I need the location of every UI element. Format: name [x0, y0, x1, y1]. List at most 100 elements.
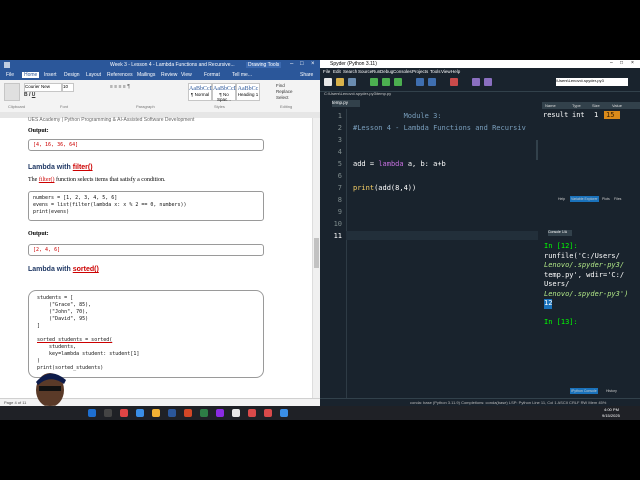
- tell-me-search[interactable]: Tell me...: [232, 72, 252, 78]
- document-page[interactable]: UES Academy | Python Programming & AI-As…: [0, 117, 312, 398]
- menu-view[interactable]: View: [441, 69, 451, 74]
- variable-explorer[interactable]: Name Type Size Value result int 1 15 Hel…: [542, 100, 640, 220]
- line-number: 8: [337, 196, 342, 204]
- font-size-select[interactable]: 10: [62, 83, 74, 92]
- close-icon[interactable]: ×: [631, 60, 634, 66]
- settings-icon[interactable]: [472, 78, 480, 86]
- menu-source[interactable]: Source: [358, 69, 372, 74]
- console-line: Lenovo/.spyder-py3'): [544, 289, 629, 298]
- tab-mailings[interactable]: Mailings: [137, 72, 155, 78]
- tab-help[interactable]: Help: [558, 197, 565, 201]
- tab-layout[interactable]: Layout: [86, 72, 101, 78]
- console-prompt: In [13]:: [544, 317, 578, 326]
- ipython-console[interactable]: Console 1/A In [12]: runfile('C:/Users/ …: [542, 230, 640, 398]
- tab-view[interactable]: View: [181, 72, 192, 78]
- search-icon[interactable]: [104, 409, 112, 417]
- scroll-thumb[interactable]: [314, 238, 319, 268]
- save-icon[interactable]: [348, 78, 356, 86]
- table-row[interactable]: result int 1 15: [542, 111, 640, 120]
- tab-console-1[interactable]: Console 1/A: [548, 230, 572, 236]
- file-path: C:\Users\Lenovo\.spyder-py3\temp.py: [324, 91, 392, 96]
- menu-projects[interactable]: Projects: [412, 69, 428, 74]
- menu-edit[interactable]: Edit: [333, 69, 341, 74]
- code-line-2: #Lesson 4 - Lambda Functions and Recursi…: [353, 124, 526, 132]
- tab-ipython-console[interactable]: IPython Console: [570, 388, 598, 394]
- tab-temp-py[interactable]: temp.py: [332, 100, 360, 107]
- run-cell-icon[interactable]: [382, 78, 390, 86]
- tab-file[interactable]: File: [6, 72, 14, 78]
- group-label-paragraph: Paragraph: [136, 104, 155, 109]
- var-name: result: [543, 111, 569, 119]
- minimize-icon[interactable]: –: [290, 61, 293, 67]
- paragraph-controls[interactable]: ≡ ≡ ≡ ≡ ¶: [110, 84, 170, 98]
- new-file-icon[interactable]: [324, 78, 332, 86]
- run-icon[interactable]: [370, 78, 378, 86]
- step-icon[interactable]: [428, 78, 436, 86]
- bold-button[interactable]: B I U: [24, 92, 35, 98]
- tab-plots[interactable]: Plots: [602, 197, 610, 201]
- run-cell-advance-icon[interactable]: [394, 78, 402, 86]
- col-type[interactable]: Type: [572, 103, 581, 108]
- tab-format[interactable]: Format: [204, 72, 220, 78]
- close-icon[interactable]: ×: [311, 61, 315, 67]
- file-explorer-icon[interactable]: [152, 409, 160, 417]
- app-icon[interactable]: [280, 409, 288, 417]
- style-no-spacing[interactable]: AaBbCcD ¶ No Spac...: [212, 83, 238, 102]
- share-button[interactable]: Share: [300, 72, 313, 78]
- style-normal[interactable]: AaBbCcD ¶ Normal: [188, 83, 214, 101]
- style-heading-1[interactable]: AaBbCc Heading 1: [236, 83, 260, 101]
- tab-review[interactable]: Review: [161, 72, 177, 78]
- app-icon[interactable]: [248, 409, 256, 417]
- tab-variable-explorer[interactable]: Variable Explorer: [570, 196, 599, 202]
- python-path-icon[interactable]: [484, 78, 492, 86]
- console-line: temp.py', wdir='C:/: [544, 270, 625, 279]
- app-icon[interactable]: [200, 409, 208, 417]
- col-size[interactable]: Size: [592, 103, 600, 108]
- open-file-icon[interactable]: [336, 78, 344, 86]
- debug-icon[interactable]: [416, 78, 424, 86]
- tab-references[interactable]: References: [107, 72, 133, 78]
- paste-icon[interactable]: [4, 83, 20, 101]
- stop-icon[interactable]: [450, 78, 458, 86]
- app-icon[interactable]: [216, 409, 224, 417]
- tab-insert[interactable]: Insert: [44, 72, 57, 78]
- tab-history[interactable]: History: [606, 389, 617, 393]
- tab-home[interactable]: Home: [22, 72, 40, 78]
- replace-button[interactable]: Replace: [276, 89, 293, 94]
- app-icon[interactable]: [184, 409, 192, 417]
- app-icon[interactable]: [136, 409, 144, 417]
- console-prompt: In [12]:: [544, 242, 578, 250]
- minimize-icon[interactable]: –: [610, 60, 613, 66]
- tab-design[interactable]: Design: [64, 72, 80, 78]
- working-dir-input[interactable]: \Users\Lenovo\.spyder-py3: [556, 78, 628, 86]
- menu-help[interactable]: Help: [451, 69, 460, 74]
- line-number: 10: [333, 220, 342, 228]
- menu-consoles[interactable]: Consoles: [393, 69, 412, 74]
- code-line: ("John", 70),: [37, 309, 89, 315]
- select-button[interactable]: Select: [276, 95, 289, 100]
- maximize-icon[interactable]: □: [620, 60, 623, 66]
- clock-time[interactable]: 4:00 PM: [604, 407, 619, 412]
- menu-tools[interactable]: Tools: [430, 69, 441, 74]
- tab-files[interactable]: Files: [614, 197, 621, 201]
- col-value[interactable]: Value: [612, 103, 622, 108]
- clock-date[interactable]: 9/15/2025: [602, 413, 620, 418]
- menu-search[interactable]: Search: [343, 69, 357, 74]
- menu-debug[interactable]: Debug: [380, 69, 393, 74]
- app-icon[interactable]: [232, 409, 240, 417]
- code-editor[interactable]: temp.py 1 2 3 4 5 6 7 8 9 10 11 Module 3…: [320, 100, 538, 398]
- word-icon[interactable]: [168, 409, 176, 417]
- start-icon[interactable]: [88, 409, 96, 417]
- font-name-select[interactable]: Courier New: [24, 83, 62, 92]
- app-icon[interactable]: [120, 409, 128, 417]
- maximize-icon[interactable]: □: [300, 61, 304, 67]
- word-scrollbar[interactable]: [312, 118, 320, 398]
- ribbon-home: Courier New 10 B I U ≡ ≡ ≡ ≡ ¶ AaBbCcD ¶ …: [0, 80, 320, 113]
- menu-file[interactable]: File: [323, 69, 330, 74]
- save-icon[interactable]: [4, 62, 10, 68]
- app-icon[interactable]: [264, 409, 272, 417]
- col-name[interactable]: Name: [545, 103, 556, 108]
- find-button[interactable]: Find: [276, 83, 285, 88]
- editor-scrollbar[interactable]: [536, 140, 538, 160]
- code-line: sorted_students = sorted(: [37, 337, 113, 343]
